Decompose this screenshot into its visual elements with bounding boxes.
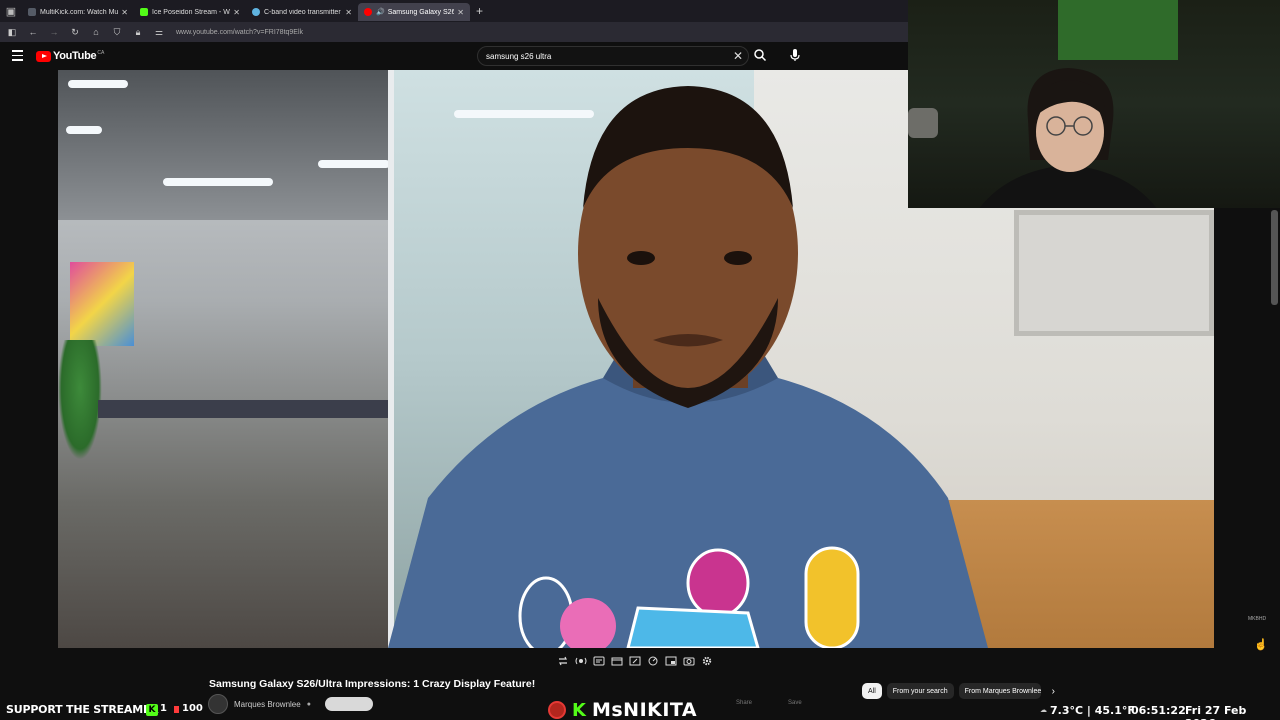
ceiling-light [66, 126, 102, 134]
youtube-logo-text: YouTube [53, 50, 97, 62]
ceiling-light [68, 80, 128, 88]
close-tab-icon[interactable]: ✕ [121, 8, 128, 17]
youtube-favicon-icon [364, 8, 372, 16]
country-code: CA [97, 49, 105, 56]
streamer-webcam [908, 0, 1280, 208]
tab-title: Ice Poseidon Stream - Watch Li [152, 8, 230, 16]
close-tab-icon[interactable]: ✕ [345, 8, 352, 17]
chip-from-channel[interactable]: From Marques Brownlee [958, 683, 1041, 699]
lock-icon[interactable]: 🔒︎ [132, 27, 144, 38]
weather-readout: 7.3°C | 45.1°F [1050, 704, 1135, 717]
audio-playing-icon[interactable]: 🔊 [376, 8, 385, 16]
permissions-icon[interactable]: ⚌ [153, 27, 165, 38]
flag-icon [174, 706, 179, 713]
multikick-favicon-icon [28, 8, 36, 16]
office-table [98, 400, 388, 418]
video-scene-ceiling [58, 70, 394, 220]
kick-favicon-icon [140, 8, 148, 16]
player-extension-controls [556, 653, 716, 669]
microphone-icon[interactable] [788, 48, 802, 62]
webcam-background-screen [1058, 0, 1178, 60]
browser-tab-strip: ▣ MultiKick.com: Watch Multiple ✕ Ice Po… [0, 0, 908, 22]
back-arrow-icon[interactable]: ← [27, 27, 39, 37]
search-query: samsung s26 ultra [486, 52, 552, 61]
streamer-name: MsNIKITA [591, 699, 698, 720]
reload-icon[interactable]: ↻ [69, 27, 81, 38]
speed-icon[interactable] [646, 655, 660, 667]
weather-icon: ☁ [1040, 706, 1047, 714]
page-scrollbar[interactable] [1271, 210, 1278, 305]
theater-mode-icon[interactable] [610, 655, 624, 667]
browser-tab-ice-poseidon[interactable]: Ice Poseidon Stream - Watch Li ✕ [134, 3, 246, 21]
kick-count: 1 [160, 703, 167, 714]
search-icon[interactable] [753, 48, 767, 62]
ceiling-light [163, 178, 273, 186]
record-icon [548, 701, 566, 719]
kick-k-icon: K [572, 699, 586, 720]
tab-title: MultiKick.com: Watch Multiple [40, 8, 119, 16]
support-text: SUPPORT THE STREAMER [6, 703, 159, 716]
screenshot-icon[interactable] [682, 655, 696, 667]
kick-logo-icon: K [146, 704, 158, 716]
youtube-header: YouTube CA samsung s26 ultra ✕ [0, 42, 908, 70]
tab-title: Samsung Galaxy S26/Ultra [387, 8, 455, 16]
streamer-brand: K MsNIKITA [548, 699, 698, 720]
chip-from-your-search[interactable]: From your search [886, 683, 954, 699]
screen: { "browser": { "tabs": [ {"label": "Mult… [0, 0, 1280, 720]
clock-time: 06:51:22 [1131, 704, 1186, 717]
streamer [979, 68, 1157, 208]
audio-mode-icon[interactable] [574, 655, 588, 667]
chevron-right-icon[interactable]: › [1052, 686, 1055, 697]
browser-tab-youtube[interactable]: 🔊 Samsung Galaxy S26/Ultra ✕ [358, 3, 470, 21]
loop-icon[interactable] [556, 655, 570, 667]
ceiling-light [318, 160, 390, 168]
mouse-cursor-icon: ☝ [1254, 639, 1268, 651]
plant [58, 340, 102, 460]
close-tab-icon[interactable]: ✕ [233, 8, 240, 17]
tab-title: C-band video transmitter - EST [264, 8, 342, 16]
url-field[interactable]: www.youtube.com/watch?v=FRI78tq9Elk [176, 29, 303, 36]
video-title: Samsung Galaxy S26/Ultra Impressions: 1 … [209, 678, 536, 690]
plus-icon[interactable]: + [476, 4, 483, 18]
presenter [388, 86, 988, 648]
sidebar-toggle-icon[interactable]: ◧ [6, 27, 18, 38]
video-watermark: MKBHD [1248, 616, 1267, 622]
wall-window [1014, 210, 1214, 336]
related-filter-chips: All From your search From Marques Brownl… [862, 683, 1055, 699]
chip-all[interactable]: All [862, 683, 882, 699]
home-icon[interactable]: ⌂ [90, 27, 102, 37]
browser-tab-cband[interactable]: C-band video transmitter - EST ✕ [246, 3, 358, 21]
shield-icon[interactable]: ⛉ [111, 27, 123, 38]
clear-search-icon[interactable]: ✕ [733, 49, 743, 63]
browser-nav-bar: ◧ ← → ↻ ⌂ ⛉ 🔒︎ ⚌ www.youtube.com/watch?v… [0, 22, 908, 42]
search-input[interactable]: samsung s26 ultra ✕ [477, 46, 749, 66]
webcam-background-lamp [908, 108, 938, 138]
tab-overview-icon[interactable]: ▣ [0, 0, 22, 22]
site-favicon-icon [252, 8, 260, 16]
support-amount: 100 [182, 703, 203, 714]
picture-in-picture-icon[interactable] [664, 655, 678, 667]
gear-icon[interactable] [700, 655, 714, 667]
youtube-logo[interactable]: YouTube CA [36, 50, 104, 62]
youtube-play-logo-icon [36, 50, 51, 62]
clock-date: Fri 27 Feb 2026 [1185, 704, 1247, 720]
playlist-icon[interactable] [592, 655, 606, 667]
stream-ticker: SUPPORT THE STREAMER K 1 100 K MsNIKITA … [0, 699, 1280, 720]
resize-icon[interactable] [628, 655, 642, 667]
browser-tab-multikick[interactable]: MultiKick.com: Watch Multiple ✕ [22, 3, 134, 21]
hamburger-menu-icon[interactable] [12, 50, 23, 61]
pop-art-poster [70, 262, 134, 346]
forward-arrow-icon[interactable]: → [48, 27, 60, 37]
close-tab-icon[interactable]: ✕ [457, 8, 464, 17]
